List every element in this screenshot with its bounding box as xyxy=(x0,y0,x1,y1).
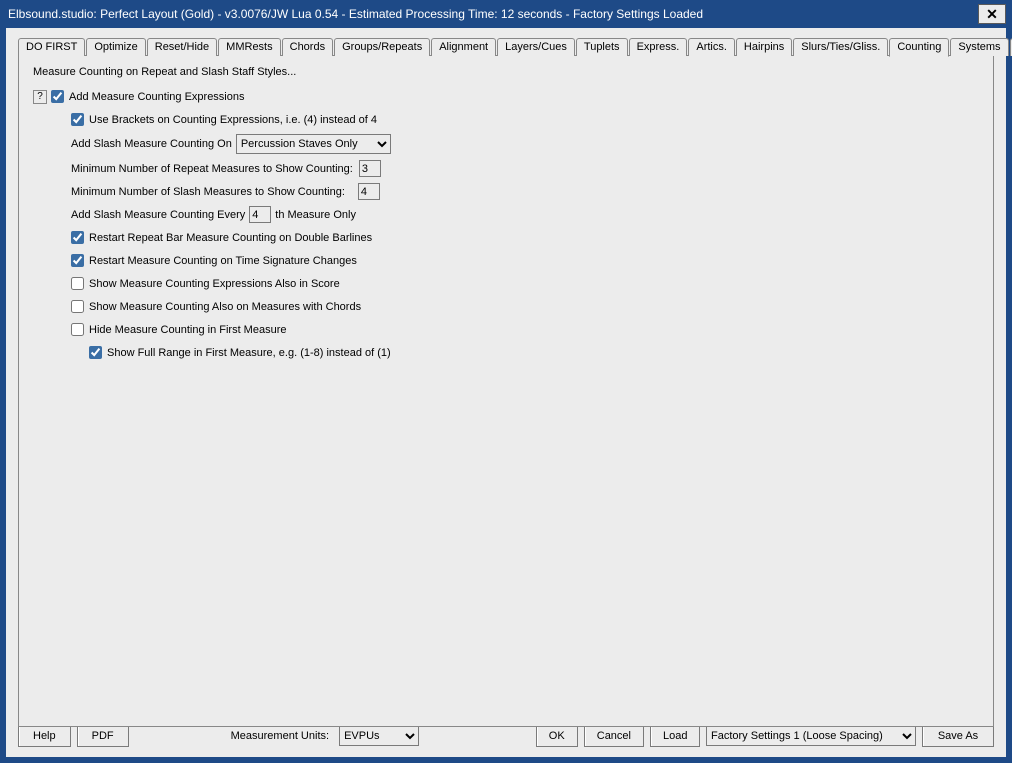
row-add-expressions: ? Add Measure Counting Expressions xyxy=(33,88,979,105)
checkbox-full-range[interactable] xyxy=(89,346,102,359)
section-header: Measure Counting on Repeat and Slash Sta… xyxy=(33,66,979,78)
row-add-slash-on: Add Slash Measure Counting On Percussion… xyxy=(33,134,979,154)
help-icon[interactable]: ? xyxy=(33,90,47,104)
tab-layers-cues[interactable]: Layers/Cues xyxy=(497,38,575,56)
row-hide-first: Hide Measure Counting in First Measure xyxy=(33,321,979,338)
row-use-brackets: Use Brackets on Counting Expressions, i.… xyxy=(33,111,979,128)
row-every-n: Add Slash Measure Counting Every th Meas… xyxy=(33,206,979,223)
input-min-slash[interactable] xyxy=(358,183,380,200)
input-min-repeat[interactable] xyxy=(359,160,381,177)
select-add-slash-on[interactable]: Percussion Staves Only xyxy=(236,134,391,154)
row-also-chords: Show Measure Counting Also on Measures w… xyxy=(33,298,979,315)
load-button[interactable]: Load xyxy=(650,725,700,747)
label-also-score: Show Measure Counting Expressions Also i… xyxy=(89,278,340,290)
label-restart-ts: Restart Measure Counting on Time Signatu… xyxy=(89,255,357,267)
checkbox-use-brackets[interactable] xyxy=(71,113,84,126)
checkbox-hide-first[interactable] xyxy=(71,323,84,336)
tab-mmrests[interactable]: MMRests xyxy=(218,38,280,56)
tab-slurs-ties-gliss[interactable]: Slurs/Ties/Gliss. xyxy=(793,38,888,56)
save-as-button[interactable]: Save As xyxy=(922,725,994,747)
label-min-repeat: Minimum Number of Repeat Measures to Sho… xyxy=(71,163,353,175)
window-title: Elbsound.studio: Perfect Layout (Gold) -… xyxy=(8,7,978,21)
tab-hairpins[interactable]: Hairpins xyxy=(736,38,792,56)
tab-reset-hide[interactable]: Reset/Hide xyxy=(147,38,217,56)
checkbox-also-score[interactable] xyxy=(71,277,84,290)
tab-panel-counting: Measure Counting on Repeat and Slash Sta… xyxy=(18,55,994,727)
label-every-pre: Add Slash Measure Counting Every xyxy=(71,209,245,221)
close-icon[interactable]: ✕ xyxy=(978,4,1006,24)
row-restart-ts: Restart Measure Counting on Time Signatu… xyxy=(33,252,979,269)
checkbox-restart-ts[interactable] xyxy=(71,254,84,267)
footer-bar: Help PDF Measurement Units: EVPUs OK Can… xyxy=(18,725,994,747)
tab-tuplets[interactable]: Tuplets xyxy=(576,38,628,56)
help-button[interactable]: Help xyxy=(18,725,71,747)
label-add-slash-on: Add Slash Measure Counting On xyxy=(71,138,232,150)
tab-counting[interactable]: Counting xyxy=(889,38,949,57)
label-hide-first: Hide Measure Counting in First Measure xyxy=(89,324,286,336)
ok-button[interactable]: OK xyxy=(536,725,578,747)
tab-do-first[interactable]: DO FIRST xyxy=(18,38,85,56)
checkbox-also-chords[interactable] xyxy=(71,300,84,313)
row-restart-double: Restart Repeat Bar Measure Counting on D… xyxy=(33,229,979,246)
pdf-button[interactable]: PDF xyxy=(77,725,129,747)
tab-systems[interactable]: Systems xyxy=(950,38,1008,56)
label-min-slash: Minimum Number of Slash Measures to Show… xyxy=(71,186,345,198)
select-factory-settings[interactable]: Factory Settings 1 (Loose Spacing) xyxy=(706,726,916,746)
label-add-expressions: Add Measure Counting Expressions xyxy=(69,91,244,103)
cancel-button[interactable]: Cancel xyxy=(584,725,644,747)
select-measurement-units[interactable]: EVPUs xyxy=(339,726,419,746)
input-every-n[interactable] xyxy=(249,206,271,223)
tab-alignment[interactable]: Alignment xyxy=(431,38,496,56)
row-full-range: Show Full Range in First Measure, e.g. (… xyxy=(33,344,979,361)
tab-express[interactable]: Express. xyxy=(629,38,688,56)
label-every-post: th Measure Only xyxy=(275,209,356,221)
label-full-range: Show Full Range in First Measure, e.g. (… xyxy=(107,347,391,359)
client-area: DO FIRST Optimize Reset/Hide MMRests Cho… xyxy=(6,28,1006,757)
tab-optimize[interactable]: Optimize xyxy=(86,38,145,56)
checkbox-add-expressions[interactable] xyxy=(51,90,64,103)
row-min-repeat: Minimum Number of Repeat Measures to Sho… xyxy=(33,160,979,177)
row-min-slash: Minimum Number of Slash Measures to Show… xyxy=(33,183,979,200)
titlebar: Elbsound.studio: Perfect Layout (Gold) -… xyxy=(0,0,1012,28)
label-also-chords: Show Measure Counting Also on Measures w… xyxy=(89,301,361,313)
tab-artics[interactable]: Artics. xyxy=(688,38,735,56)
label-measurement-units: Measurement Units: xyxy=(231,730,329,742)
checkbox-restart-double[interactable] xyxy=(71,231,84,244)
tab-groups-repeats[interactable]: Groups/Repeats xyxy=(334,38,430,56)
label-restart-double: Restart Repeat Bar Measure Counting on D… xyxy=(89,232,372,244)
tab-strip: DO FIRST Optimize Reset/Hide MMRests Cho… xyxy=(18,38,994,56)
app-window: Elbsound.studio: Perfect Layout (Gold) -… xyxy=(0,0,1012,763)
row-also-score: Show Measure Counting Expressions Also i… xyxy=(33,275,979,292)
label-use-brackets: Use Brackets on Counting Expressions, i.… xyxy=(89,114,377,126)
tab-chords[interactable]: Chords xyxy=(282,38,333,56)
